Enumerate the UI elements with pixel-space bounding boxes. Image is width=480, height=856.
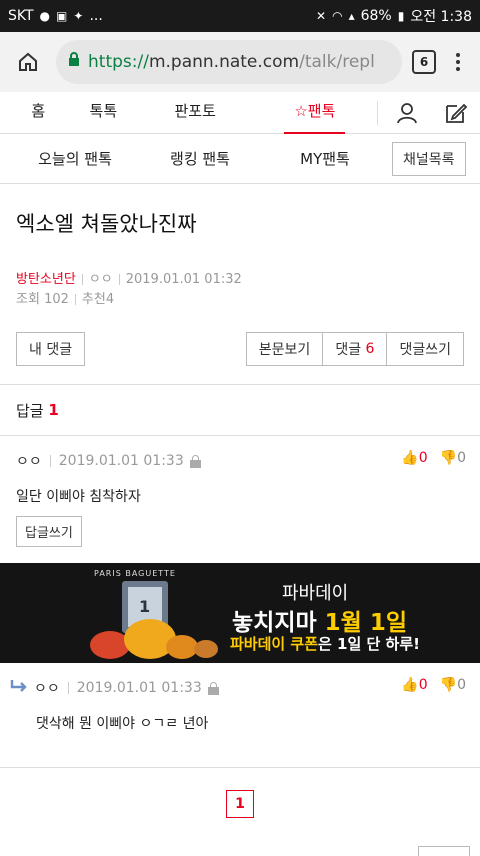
nav-fantalk-label: 팬톡 xyxy=(307,101,336,120)
main-nav: 홈 톡톡 판포토 ☆팬톡 xyxy=(0,92,480,134)
thumbs-down-button[interactable]: 👎0 xyxy=(440,677,466,693)
lock-icon xyxy=(189,454,201,468)
nav-toktok[interactable]: 톡톡 xyxy=(77,92,131,134)
tab-switcher-button[interactable]: 6 xyxy=(412,50,436,74)
comment-body: 일단 이삐야 침착하자 xyxy=(16,489,141,505)
battery-percent: 68% xyxy=(360,8,392,24)
comments-button[interactable]: 댓글 6 xyxy=(323,332,388,366)
subcomment-body: 댓삭해 뭔 이삐야 ㅇㄱㄹ 년아 xyxy=(36,716,209,732)
up-count: 0 xyxy=(418,450,428,466)
gallery-icon: ▣ xyxy=(56,9,68,23)
subcomment-meta: ㅇㅇ 2019.01.01 01:33 xyxy=(10,663,464,713)
carrier-label: SKT xyxy=(8,8,34,24)
channel-list-button[interactable]: 채널목록 xyxy=(392,141,466,176)
thumbs-up-button[interactable]: 👍0 xyxy=(401,677,427,693)
talk-icon: ● xyxy=(39,9,51,23)
lock-icon xyxy=(68,52,80,72)
banner-line3-b: 은 1일 단 하루! xyxy=(318,635,420,653)
user-icon[interactable] xyxy=(382,101,432,125)
sub-nav: 오늘의 팬톡 랭킹 팬톡 MY팬톡 채널목록 xyxy=(0,134,480,184)
my-comments-button[interactable]: 내 댓글 xyxy=(16,332,86,366)
star-icon: ☆ xyxy=(294,101,308,120)
url-path: /talk/repl xyxy=(299,52,375,72)
post-meta: 방탄소년단 ㅇㅇ 2019.01.01 01:32 조회 102 추천4 xyxy=(16,270,464,310)
subcomment-votes: 👍0 👎0 xyxy=(401,677,466,693)
replies-count: 1 xyxy=(48,401,59,419)
write-comment-button[interactable]: 댓글쓰기 xyxy=(387,332,464,366)
divider xyxy=(0,767,480,768)
post-author: ㅇㅇ xyxy=(88,272,113,287)
thumbs-up-button[interactable]: 👍0 xyxy=(401,450,427,466)
banner-line3-a: 파바데이 쿠폰 xyxy=(230,635,319,653)
replies-label: 답글 xyxy=(16,401,44,420)
recommend-label: 추천 xyxy=(81,292,106,307)
subcomment-datetime: 2019.01.01 01:33 xyxy=(76,680,202,696)
nav-fantalk[interactable]: ☆팬톡 xyxy=(284,92,346,134)
status-bar: SKT ● ▣ ✦ ... ✕ ◠ ▴ 68% ▮ 오전 1:38 xyxy=(0,0,480,32)
post-datetime: 2019.01.01 01:32 xyxy=(125,272,242,287)
url-host: m.pann.nate.com xyxy=(148,52,300,72)
banner-brand: PARIS BAGUETTE xyxy=(94,569,176,578)
banner-line3: 파바데이 쿠폰은 1일 단 하루! xyxy=(230,633,420,654)
thumbs-down-icon: 👎 xyxy=(439,677,458,693)
reply-arrow-icon xyxy=(10,679,28,697)
comments-count: 6 xyxy=(365,341,375,357)
banner-line2: 놓치지마 1월 1일 xyxy=(232,603,407,637)
wifi-icon: ◠ xyxy=(332,9,343,23)
clock: 오전 1:38 xyxy=(410,9,472,25)
pagination: 1 xyxy=(0,790,480,818)
thumbs-down-icon: 👎 xyxy=(439,450,458,466)
battery-icon: ▮ xyxy=(397,9,405,23)
mute-icon: ✕ xyxy=(316,9,327,23)
post-title: 엑소엘 쳐돌았나진짜 xyxy=(16,212,197,236)
banner-badge: 1 xyxy=(139,597,151,616)
banner-line1: 파바데이 xyxy=(282,583,349,604)
thumbs-down-button[interactable]: 👎0 xyxy=(440,450,466,466)
write-icon[interactable] xyxy=(432,100,480,126)
overflow-menu-icon[interactable] xyxy=(446,53,470,71)
comment-datetime: 2019.01.01 01:33 xyxy=(58,453,184,469)
comment-nick: ㅇㅇ xyxy=(16,454,42,470)
nav-home[interactable]: 홈 xyxy=(0,92,77,134)
thumbs-up-icon: 👍 xyxy=(401,450,419,466)
comments-label: 댓글 xyxy=(335,342,362,358)
subnav-today[interactable]: 오늘의 팬톡 xyxy=(0,148,150,169)
recommend-count: 4 xyxy=(105,292,115,307)
down-count: 0 xyxy=(457,450,466,466)
post-header: 엑소엘 쳐돌았나진짜 방탄소년단 ㅇㅇ 2019.01.01 01:32 조회 10… xyxy=(0,208,480,310)
comment-meta: ㅇㅇ 2019.01.01 01:33 xyxy=(16,436,464,486)
post-category[interactable]: 방탄소년단 xyxy=(16,272,76,287)
view-post-button[interactable]: 본문보기 xyxy=(245,332,324,366)
address-bar[interactable]: https://m.pann.nate.com/talk/repl xyxy=(56,40,402,84)
thumbs-up-icon: 👍 xyxy=(401,677,419,693)
nav-divider xyxy=(377,100,379,125)
scroll-top-button[interactable] xyxy=(418,846,470,856)
replies-header: 답글 1 xyxy=(0,385,480,435)
subnav-my[interactable]: MY팬톡 xyxy=(250,148,400,169)
nav-panphoto[interactable]: 판포토 xyxy=(152,92,238,134)
subcomment-item: ㅇㅇ 2019.01.01 01:33 👍0 👎0 댓삭해 뭔 이삐야 ㅇㄱㄹ … xyxy=(0,663,480,733)
views-label: 조회 xyxy=(16,292,40,307)
ad-banner[interactable]: PARIS BAGUETTE 1 파바데이 놓치지마 1월 1일 파바데이 쿠폰… xyxy=(0,563,480,663)
comment-votes: 👍0 👎0 xyxy=(401,450,466,466)
down-count: 0 xyxy=(457,677,466,693)
url-scheme: https:// xyxy=(88,52,149,72)
signal-icon: ▴ xyxy=(348,9,355,23)
twitter-icon: ✦ xyxy=(73,9,84,23)
subcomment-nick: ㅇㅇ xyxy=(34,681,60,697)
more-notifications: ... xyxy=(89,8,103,24)
up-count: 0 xyxy=(418,677,428,693)
reply-button[interactable]: 답글쓰기 xyxy=(16,516,82,547)
home-icon[interactable] xyxy=(10,44,46,80)
page-1[interactable]: 1 xyxy=(226,790,254,818)
views-count: 102 xyxy=(44,292,69,307)
lock-icon xyxy=(207,681,219,695)
subnav-ranking[interactable]: 랭킹 팬톡 xyxy=(150,148,250,169)
browser-toolbar: https://m.pann.nate.com/talk/repl 6 xyxy=(0,32,480,92)
comment-item: ㅇㅇ 2019.01.01 01:33 👍0 👎0 일단 이삐야 침착하자 답글… xyxy=(0,436,480,547)
post-actions: 본문보기 댓글 6 댓글쓰기 xyxy=(245,332,464,366)
action-row: 내 댓글 본문보기 댓글 6 댓글쓰기 xyxy=(0,332,480,366)
